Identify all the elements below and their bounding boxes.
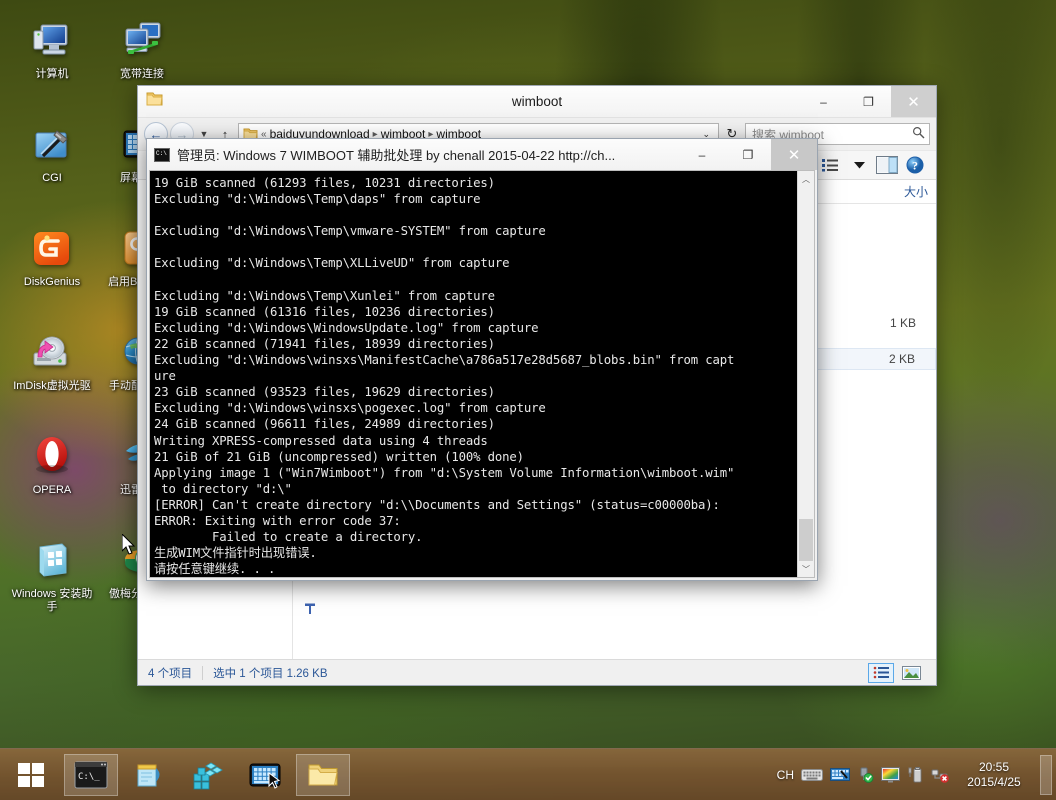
desktop-icon-opera[interactable]: OPERA — [8, 430, 96, 534]
chevron-down-icon[interactable] — [848, 154, 870, 176]
explorer-toolbar-right: ? — [820, 154, 932, 176]
item-count-label: 4 个项目 — [148, 667, 193, 680]
notepad-taskbar-item[interactable] — [122, 754, 176, 796]
taskbar-items: C:\_ — [62, 749, 352, 800]
desktop-icon-computer[interactable]: 计算机 — [8, 14, 96, 118]
clock[interactable]: 20:55 2015/4/25 — [957, 760, 1031, 790]
onscreen-keyboard-taskbar-item[interactable] — [238, 754, 292, 796]
scroll-down-arrow[interactable]: ﹀ — [798, 561, 814, 577]
column-header-size[interactable]: 大小 — [826, 180, 936, 203]
preview-pane-icon[interactable] — [876, 154, 898, 176]
desktop-background[interactable]: 计算机 宽带连接 CGI DiskGenius ImDisk虚拟光驱 OPERA… — [0, 0, 1056, 800]
explorer-taskbar-item[interactable] — [296, 753, 350, 796]
console-screen-area: 19 GiB scanned (61293 files, 10231 direc… — [149, 170, 815, 578]
file-icon — [301, 602, 319, 616]
desktop-icon-label: OPERA — [32, 484, 72, 496]
opera-icon — [29, 434, 75, 480]
broadband-connection-icon — [119, 18, 165, 64]
console-window-buttons: – ❐ ✕ — [679, 139, 817, 170]
console-title: 管理员: Windows 7 WIMBOOT 辅助批处理 by chenall … — [177, 148, 616, 163]
file-size: 2 KB — [888, 352, 915, 366]
selection-label: 选中 1 个项目 1.26 KB — [213, 667, 328, 680]
desktop-icon-label: 计算机 — [35, 68, 69, 80]
status-divider — [202, 665, 204, 680]
clock-date: 2015/4/25 — [967, 774, 1021, 789]
explorer-status-bar: 4 个项目 选中 1 个项目 1.26 KB — [138, 659, 936, 685]
clock-time: 20:55 — [978, 759, 1010, 774]
display-tray-icon[interactable] — [881, 766, 900, 783]
console-maximize-button[interactable]: ❐ — [725, 139, 771, 170]
explorer-close-button[interactable]: ✕ — [891, 86, 936, 117]
diskgenius-icon — [29, 226, 75, 272]
usb-safely-remove-icon[interactable] — [857, 767, 874, 783]
view-options-icon[interactable] — [820, 154, 842, 176]
search-icon — [912, 126, 925, 142]
explorer-minimize-button[interactable]: – — [801, 86, 846, 117]
desktop-icon-label: Windows 安装助手 — [11, 588, 93, 613]
help-icon[interactable]: ? — [904, 154, 926, 176]
console-minimize-button[interactable]: – — [679, 139, 725, 170]
scroll-thumb[interactable] — [799, 519, 813, 561]
windows-setup-assistant-icon — [29, 538, 75, 584]
desktop-icon-label: DiskGenius — [23, 276, 81, 288]
console-output[interactable]: 19 GiB scanned (61293 files, 10231 direc… — [150, 171, 797, 577]
view-mode-buttons — [868, 662, 926, 683]
console-scrollbar[interactable]: ︿ ﹀ — [797, 171, 814, 577]
desktop-icon-windows-setup-assistant[interactable]: Windows 安装助手 — [8, 534, 96, 638]
desktop-icon-label: CGI — [42, 172, 62, 184]
explorer-maximize-button[interactable]: ❐ — [846, 86, 891, 117]
computer-icon — [29, 18, 75, 64]
start-button[interactable] — [0, 749, 62, 800]
show-desktop-button[interactable] — [1040, 754, 1052, 795]
desktop-icon-diskgenius[interactable]: DiskGenius — [8, 222, 96, 326]
ime-pad-tray-icon[interactable] — [830, 767, 850, 782]
large-icons-view-icon[interactable] — [898, 663, 924, 683]
battery-tray-icon[interactable] — [907, 766, 924, 783]
network-error-tray-icon[interactable] — [931, 767, 950, 783]
svg-text:?: ? — [912, 159, 918, 173]
file-size: 1 KB — [889, 316, 916, 330]
folder-icon — [146, 91, 163, 112]
command-prompt-taskbar-item[interactable]: C:\_ — [64, 753, 118, 796]
console-titlebar[interactable]: C:\ 管理员: Windows 7 WIMBOOT 辅助批处理 by chen… — [147, 139, 817, 170]
cube-app-taskbar-item[interactable] — [180, 754, 234, 796]
taskbar[interactable]: C:\_ CH 20:55 2015/4/25 — [0, 748, 1056, 800]
keyboard-tray-icon[interactable] — [801, 767, 823, 782]
table-row[interactable] — [293, 598, 936, 620]
desktop-icon-cgi[interactable]: CGI — [8, 118, 96, 222]
explorer-window-buttons: – ❐ ✕ — [801, 86, 936, 117]
svg-text:C:\_: C:\_ — [78, 772, 100, 782]
imdisk-virtual-drive-icon — [29, 330, 75, 376]
language-indicator[interactable]: CH — [777, 768, 794, 782]
desktop-icon-label: ImDisk虚拟光驱 — [13, 380, 91, 392]
console-close-button[interactable]: ✕ — [771, 139, 817, 170]
scroll-track[interactable] — [798, 187, 814, 561]
cgi-icon — [29, 122, 75, 168]
explorer-titlebar[interactable]: wimboot – ❐ ✕ — [138, 86, 936, 118]
console-icon: C:\ — [154, 147, 170, 162]
command-prompt-window[interactable]: C:\ 管理员: Windows 7 WIMBOOT 辅助批处理 by chen… — [146, 138, 818, 581]
scroll-up-arrow[interactable]: ︿ — [798, 171, 814, 187]
desktop-icon-imdisk[interactable]: ImDisk虚拟光驱 — [8, 326, 96, 430]
system-tray: CH 20:55 2015/4/25 — [777, 749, 1056, 800]
desktop-icon-label: 宽带连接 — [120, 68, 164, 80]
details-view-icon[interactable] — [868, 662, 894, 683]
